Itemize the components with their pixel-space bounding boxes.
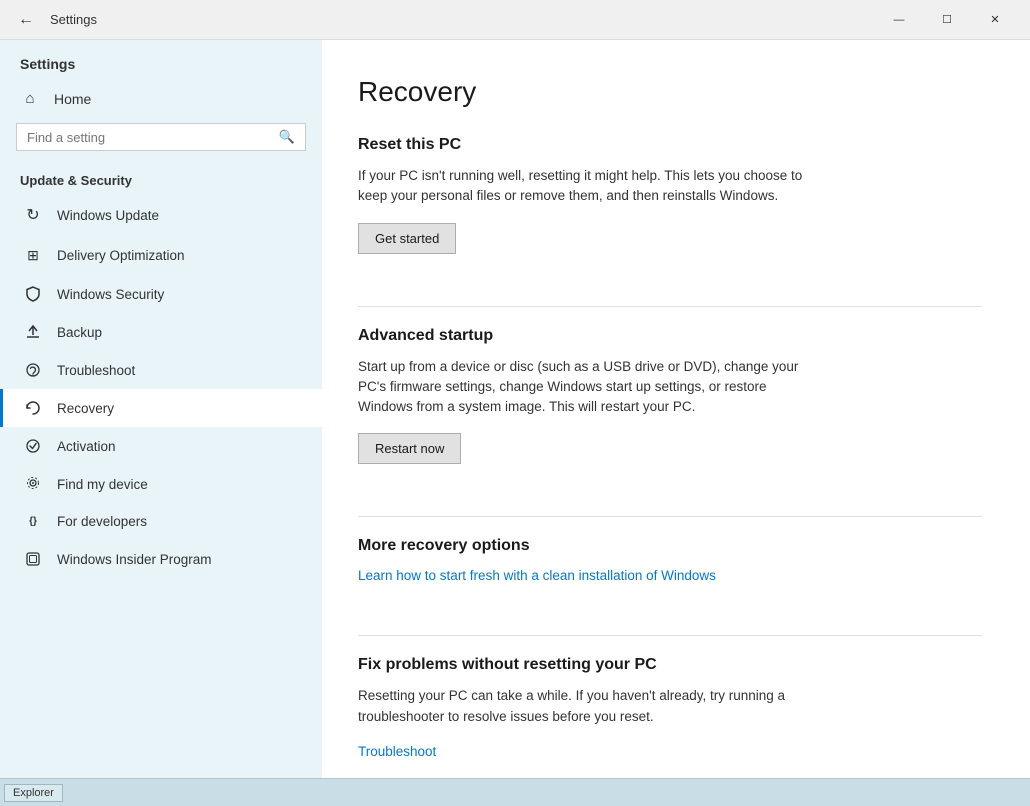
reset-pc-title: Reset this PC — [358, 136, 982, 154]
troubleshoot-icon — [23, 362, 43, 378]
sidebar-item-find-my-device[interactable]: Find my device — [0, 465, 322, 503]
advanced-startup-title: Advanced startup — [358, 327, 982, 345]
sidebar-item-windows-security[interactable]: Windows Security — [0, 275, 322, 313]
reset-pc-section: Reset this PC If your PC isn't running w… — [358, 136, 982, 286]
sidebar-item-label: Windows Security — [57, 287, 164, 302]
windows-security-icon — [23, 286, 43, 302]
sidebar-item-label: Find my device — [57, 477, 148, 492]
sidebar-item-label: Activation — [57, 439, 116, 454]
advanced-startup-desc: Start up from a device or disc (such as … — [358, 357, 818, 418]
sidebar-item-label: Delivery Optimization — [57, 248, 185, 263]
taskbar: Explorer — [0, 778, 1030, 806]
divider-2 — [358, 516, 982, 517]
sidebar-header: Settings — [0, 40, 322, 80]
nav-items: Windows Update Delivery Optimization Win… — [0, 194, 322, 578]
sidebar-item-label: Windows Insider Program — [57, 552, 212, 567]
divider-1 — [358, 306, 982, 307]
sidebar-item-label: Backup — [57, 325, 102, 340]
fix-problems-desc: Resetting your PC can take a while. If y… — [358, 686, 818, 727]
search-input[interactable] — [27, 130, 273, 145]
home-icon: ⌂ — [20, 90, 40, 107]
activation-icon — [23, 438, 43, 454]
title-bar: ← Settings — ☐ ✕ — [0, 0, 1030, 40]
sidebar-item-label: For developers — [57, 514, 147, 529]
fix-problems-section: Fix problems without resetting your PC R… — [358, 656, 982, 778]
sidebar: Settings ⌂ Home 🔍 Update & Security Wind… — [0, 40, 322, 778]
maximize-button[interactable]: ☐ — [924, 4, 970, 36]
search-box: 🔍 — [16, 123, 306, 151]
app-title: Settings — [20, 56, 75, 72]
sidebar-section-label: Update & Security — [0, 163, 322, 194]
find-device-icon — [23, 476, 43, 492]
restart-now-button[interactable]: Restart now — [358, 433, 461, 464]
insider-icon — [23, 551, 43, 567]
close-button[interactable]: ✕ — [972, 4, 1018, 36]
taskbar-explorer[interactable]: Explorer — [4, 784, 63, 802]
title-bar-title: Settings — [50, 12, 97, 27]
sidebar-item-windows-update[interactable]: Windows Update — [0, 194, 322, 236]
get-started-button[interactable]: Get started — [358, 223, 456, 254]
sidebar-item-windows-insider[interactable]: Windows Insider Program — [0, 540, 322, 578]
title-bar-controls: — ☐ ✕ — [876, 4, 1018, 36]
delivery-optimization-icon — [23, 247, 43, 264]
page-title: Recovery — [358, 76, 982, 108]
minimize-button[interactable]: — — [876, 4, 922, 36]
reset-pc-desc: If your PC isn't running well, resetting… — [358, 166, 818, 207]
divider-3 — [358, 635, 982, 636]
sidebar-item-for-developers[interactable]: {} For developers — [0, 503, 322, 540]
home-label: Home — [54, 91, 91, 107]
developers-icon: {} — [23, 516, 43, 527]
more-recovery-title: More recovery options — [358, 537, 982, 555]
windows-update-icon — [23, 205, 43, 225]
sidebar-item-troubleshoot[interactable]: Troubleshoot — [0, 351, 322, 389]
search-icon: 🔍 — [279, 129, 295, 145]
sidebar-item-delivery-optimization[interactable]: Delivery Optimization — [0, 236, 322, 275]
sidebar-item-label: Troubleshoot — [57, 363, 135, 378]
troubleshoot-link[interactable]: Troubleshoot — [358, 744, 436, 759]
title-bar-left: ← Settings — [12, 6, 876, 34]
sidebar-item-backup[interactable]: Backup — [0, 313, 322, 351]
recovery-icon — [23, 400, 43, 416]
more-recovery-section: More recovery options Learn how to start… — [358, 537, 982, 615]
main-layout: Settings ⌂ Home 🔍 Update & Security Wind… — [0, 40, 1030, 778]
sidebar-item-activation[interactable]: Activation — [0, 427, 322, 465]
advanced-startup-section: Advanced startup Start up from a device … — [358, 327, 982, 497]
clean-install-link[interactable]: Learn how to start fresh with a clean in… — [358, 568, 716, 583]
backup-icon — [23, 324, 43, 340]
sidebar-item-label: Windows Update — [57, 208, 159, 223]
sidebar-item-label: Recovery — [57, 401, 114, 416]
sidebar-item-recovery[interactable]: Recovery — [0, 389, 322, 427]
fix-problems-title: Fix problems without resetting your PC — [358, 656, 982, 674]
back-button[interactable]: ← — [12, 6, 40, 34]
sidebar-item-home[interactable]: ⌂ Home — [0, 80, 322, 117]
content-area: Recovery Reset this PC If your PC isn't … — [322, 40, 1030, 778]
